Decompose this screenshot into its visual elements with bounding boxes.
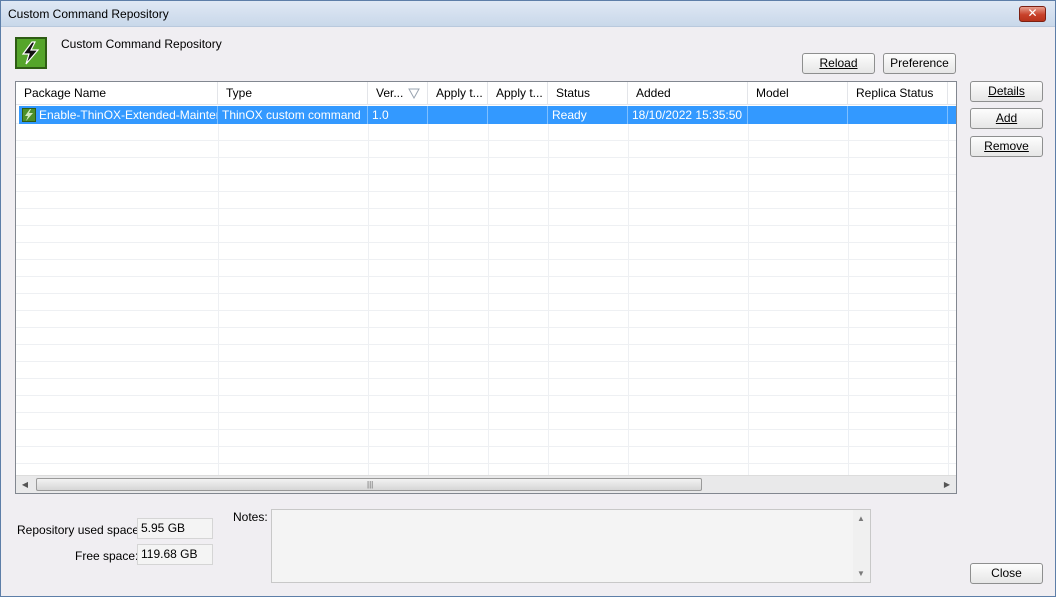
list-header: Package Name Type Ver... Apply t... Appl… (16, 82, 956, 105)
column-divider (548, 106, 549, 475)
grid-line (16, 293, 956, 294)
column-header-added[interactable]: Added (628, 82, 748, 105)
close-button[interactable]: Close (970, 563, 1043, 584)
details-label: Details (988, 84, 1025, 98)
close-label: Close (991, 566, 1022, 580)
lightning-icon (15, 37, 47, 69)
column-divider (848, 106, 849, 475)
scroll-left-icon[interactable]: ◀ (20, 479, 30, 490)
reload-button[interactable]: Reload (802, 53, 875, 74)
package-lightning-icon (22, 108, 36, 122)
grid-line (16, 310, 956, 311)
grid-line (16, 174, 956, 175)
sort-indicator-icon (408, 88, 420, 99)
column-divider (628, 106, 629, 475)
column-divider (218, 106, 219, 475)
grid-line (16, 463, 956, 464)
column-header-apply-to-2[interactable]: Apply t... (488, 82, 548, 105)
package-list[interactable]: Package Name Type Ver... Apply t... Appl… (15, 81, 957, 494)
grid-line (16, 259, 956, 260)
column-divider (748, 106, 749, 475)
column-header-version-label: Ver... (376, 86, 404, 100)
grid-line (16, 361, 956, 362)
column-header-replica-status[interactable]: Replica Status (848, 82, 948, 105)
column-divider (428, 106, 429, 475)
cell-status: Ready (548, 106, 628, 124)
add-button[interactable]: Add (970, 108, 1043, 129)
grid-line (16, 225, 956, 226)
grid-line (16, 429, 956, 430)
horizontal-scroll-thumb[interactable]: ||| (36, 478, 702, 491)
cell-type: ThinOX custom command (218, 106, 368, 124)
grid-line (16, 242, 956, 243)
grid-line (16, 140, 956, 141)
notes-vertical-scrollbar[interactable]: ▲ ▼ (853, 510, 870, 582)
notes-field[interactable]: ▲ ▼ (271, 509, 871, 583)
scroll-down-icon[interactable]: ▼ (857, 569, 865, 578)
list-rows (16, 106, 956, 475)
free-space-value: 119.68 GB (137, 544, 213, 565)
preference-button[interactable]: Preference (883, 53, 956, 74)
cell-version: 1.0 (368, 106, 428, 124)
title-bar: Custom Command Repository ✕ (1, 1, 1055, 27)
remove-label: Remove (984, 139, 1029, 153)
column-header-apply-to-1[interactable]: Apply t... (428, 82, 488, 105)
reload-label: Reload (819, 56, 858, 70)
preference-label: Preference (890, 56, 949, 70)
cell-replica-status (848, 106, 948, 124)
column-divider (368, 106, 369, 475)
horizontal-scrollbar[interactable]: ◀ ||| ▶ (16, 475, 956, 493)
grid-line (16, 191, 956, 192)
scroll-grip-icon: ||| (367, 480, 374, 489)
cell-package-name: Enable-ThinOX-Extended-Maintena... (19, 106, 218, 124)
details-button[interactable]: Details (970, 81, 1043, 102)
cell-apply-to-2 (488, 106, 548, 124)
window-title: Custom Command Repository (8, 7, 169, 21)
cell-added: 18/10/2022 15:35:50 (628, 106, 748, 124)
cell-apply-to-1 (428, 106, 488, 124)
column-header-type[interactable]: Type (218, 82, 368, 105)
column-header-package-name[interactable]: Package Name (16, 82, 218, 105)
header-label: Custom Command Repository (61, 37, 222, 51)
grid-line (16, 378, 956, 379)
scroll-right-icon[interactable]: ▶ (942, 479, 952, 490)
used-space-value: 5.95 GB (137, 518, 213, 539)
custom-command-repository-window: Custom Command Repository ✕ Custom Comma… (0, 0, 1056, 597)
grid-line (16, 412, 956, 413)
column-header-status[interactable]: Status (548, 82, 628, 105)
scroll-up-icon[interactable]: ▲ (857, 514, 865, 523)
column-divider (948, 106, 949, 475)
table-row[interactable]: Enable-ThinOX-Extended-Maintena... ThinO… (19, 106, 956, 124)
package-name-text: Enable-ThinOX-Extended-Maintena... (39, 108, 217, 122)
used-space-label: Repository used space: (17, 523, 143, 537)
column-header-model[interactable]: Model (748, 82, 848, 105)
grid-line (16, 446, 956, 447)
column-header-version[interactable]: Ver... (368, 82, 428, 105)
grid-line (16, 395, 956, 396)
window-close-button[interactable]: ✕ (1019, 6, 1046, 22)
column-divider (488, 106, 489, 475)
grid-line (16, 344, 956, 345)
remove-button[interactable]: Remove (970, 136, 1043, 157)
free-space-label: Free space: (75, 549, 139, 563)
add-label: Add (995, 111, 1018, 125)
grid-line (16, 157, 956, 158)
cell-model (748, 106, 848, 124)
grid-line (16, 208, 956, 209)
notes-label: Notes: (233, 510, 268, 524)
grid-line (16, 276, 956, 277)
grid-line (16, 327, 956, 328)
